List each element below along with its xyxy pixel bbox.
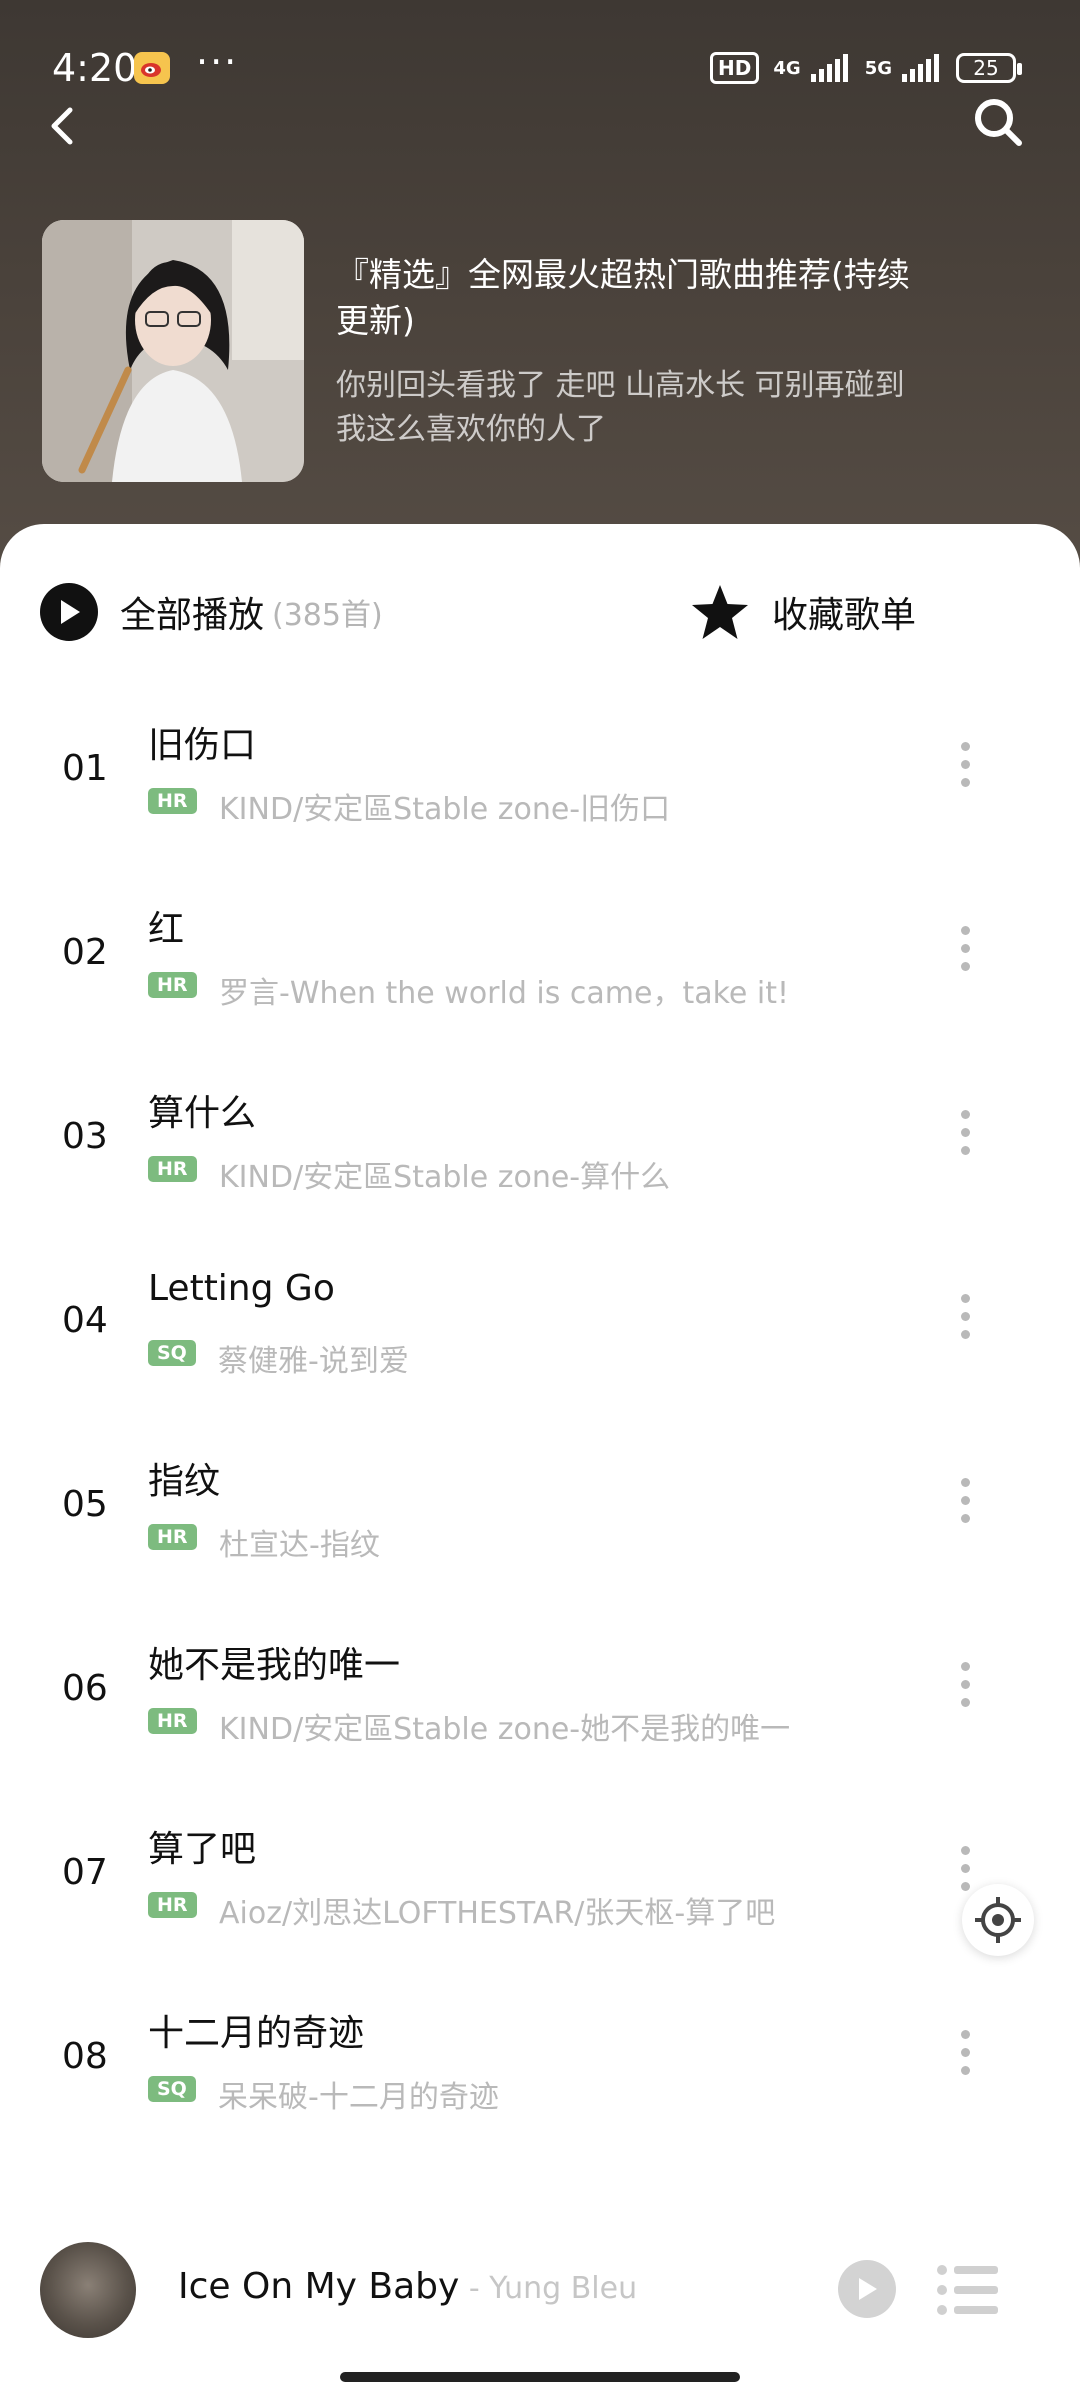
more-options-button[interactable] <box>950 742 980 802</box>
song-title: 指纹 <box>148 1461 221 1502</box>
track-number: 01 <box>62 748 108 789</box>
more-vertical-icon <box>960 1662 970 1671</box>
playlist-cover-image[interactable] <box>42 220 304 482</box>
song-artist: 杜宣达-指纹 <box>219 1528 380 1563</box>
network-5g-label: 5G <box>864 57 892 79</box>
now-playing-artist: Yung Bleu <box>489 2271 638 2306</box>
more-options-button[interactable] <box>950 926 980 986</box>
song-title: 算什么 <box>148 1093 257 1134</box>
more-vertical-icon <box>960 1846 970 1855</box>
status-indicators: HD 4G 5G 25 <box>710 52 1022 84</box>
song-row[interactable]: 04 Letting Go SQ 蔡健雅-说到爱 <box>0 1232 1080 1416</box>
more-options-button[interactable] <box>950 1662 980 1722</box>
song-title: 她不是我的唯一 <box>148 1645 401 1686</box>
quality-badge: SQ <box>148 2076 196 2102</box>
crosshair-icon <box>975 1897 1021 1943</box>
play-icon <box>859 2278 877 2300</box>
signal-icon <box>810 54 848 82</box>
collect-playlist-button[interactable]: 收藏歌单 <box>690 580 916 644</box>
track-number: 08 <box>62 2036 108 2077</box>
quality-badge: HR <box>148 1708 197 1734</box>
song-list: 01 旧伤口 HR KIND/安定區Stable zone-旧伤口 02 红 H… <box>0 680 1080 2336</box>
song-title: 红 <box>148 909 185 950</box>
more-vertical-icon <box>960 1478 970 1487</box>
back-button[interactable] <box>40 96 84 156</box>
song-title: 算了吧 <box>148 1829 257 1870</box>
home-indicator[interactable] <box>340 2372 740 2382</box>
quality-badge: HR <box>148 788 197 814</box>
more-options-button[interactable] <box>950 2030 980 2090</box>
battery-icon: 25 <box>956 53 1022 83</box>
quality-badge: HR <box>148 1892 197 1918</box>
song-count: (385首) <box>272 598 383 633</box>
mini-player[interactable]: Ice On My Baby - Yung Bleu <box>0 2190 1080 2400</box>
more-vertical-icon <box>960 926 970 935</box>
song-artist: Aioz/刘思达LOFTHESTAR/张天枢-算了吧 <box>219 1896 776 1931</box>
more-status-icon: ··· <box>196 40 239 84</box>
locate-current-song-button[interactable] <box>962 1884 1034 1956</box>
quality-badge: HR <box>148 1524 197 1550</box>
track-number: 04 <box>62 1300 108 1341</box>
network-4g-label: 4G <box>773 57 801 79</box>
hd-voice-icon: HD <box>710 52 760 84</box>
quality-badge: SQ <box>148 1340 196 1366</box>
song-row[interactable]: 07 算了吧 HR Aioz/刘思达LOFTHESTAR/张天枢-算了吧 <box>0 1784 1080 1968</box>
song-artist: 呆呆破-十二月的奇迹 <box>218 2080 499 2115</box>
play-all-button[interactable]: 全部播放 (385首) <box>40 580 383 644</box>
song-title: 十二月的奇迹 <box>148 2013 365 2054</box>
star-icon <box>692 585 748 639</box>
track-number: 03 <box>62 1116 108 1157</box>
song-row[interactable]: 02 红 HR 罗言-When the world is came，take i… <box>0 864 1080 1048</box>
playlist-description[interactable]: 你别回头看我了 走吧 山高水长 可别再碰到我这么喜欢你的人了 <box>336 364 916 452</box>
song-artist: KIND/安定區Stable zone-她不是我的唯一 <box>219 1712 791 1747</box>
signal-icon <box>902 54 939 82</box>
song-row[interactable]: 01 旧伤口 HR KIND/安定區Stable zone-旧伤口 <box>0 680 1080 864</box>
cover-photo <box>42 220 304 482</box>
status-time: 4:20 <box>52 46 138 90</box>
now-playing-info[interactable]: Ice On My Baby - Yung Bleu <box>178 2266 637 2307</box>
track-number: 06 <box>62 1668 108 1709</box>
song-row[interactable]: 06 她不是我的唯一 HR KIND/安定區Stable zone-她不是我的唯… <box>0 1600 1080 1784</box>
track-number: 07 <box>62 1852 108 1893</box>
more-vertical-icon <box>960 742 970 751</box>
chevron-left-icon <box>51 107 73 145</box>
playlist-queue-button[interactable] <box>936 2264 1000 2316</box>
track-number: 02 <box>62 932 108 973</box>
playlist-title: 『精选』全网最火超热门歌曲推荐(持续更新) <box>336 255 910 340</box>
search-icon <box>975 99 1022 146</box>
quality-badge: HR <box>148 1156 197 1182</box>
mini-play-button[interactable] <box>838 2260 896 2318</box>
song-title: Letting Go <box>148 1268 335 1309</box>
track-number: 05 <box>62 1484 108 1525</box>
more-vertical-icon <box>960 2030 970 2039</box>
play-icon <box>40 583 98 641</box>
now-playing-cover[interactable] <box>40 2242 136 2338</box>
playlist-icon <box>937 2265 998 2315</box>
more-vertical-icon <box>960 1110 970 1119</box>
search-button[interactable] <box>972 96 1024 148</box>
more-options-button[interactable] <box>950 1110 980 1170</box>
more-options-button[interactable] <box>950 1294 980 1354</box>
song-row[interactable]: 05 指纹 HR 杜宣达-指纹 <box>0 1416 1080 1600</box>
play-all-label: 全部播放 <box>120 595 265 636</box>
song-row[interactable]: 03 算什么 HR KIND/安定區Stable zone-算什么 <box>0 1048 1080 1232</box>
quality-badge: HR <box>148 972 197 998</box>
song-title: 旧伤口 <box>148 725 257 766</box>
more-options-button[interactable] <box>950 1478 980 1538</box>
song-artist: KIND/安定區Stable zone-旧伤口 <box>219 792 671 827</box>
song-artist: 罗言-When the world is came，take it! <box>219 976 790 1011</box>
title-separator: - <box>459 2271 490 2306</box>
song-artist: KIND/安定區Stable zone-算什么 <box>219 1160 671 1195</box>
song-artist: 蔡健雅-说到爱 <box>218 1344 409 1379</box>
weibo-icon <box>134 52 170 84</box>
song-row[interactable]: 08 十二月的奇迹 SQ 呆呆破-十二月的奇迹 <box>0 1968 1080 2152</box>
status-bar: 4:20 ··· HD 4G 5G 25 <box>0 40 1080 100</box>
now-playing-title: Ice On My Baby <box>178 2266 460 2307</box>
collect-label: 收藏歌单 <box>772 595 917 636</box>
more-vertical-icon <box>960 1294 970 1303</box>
